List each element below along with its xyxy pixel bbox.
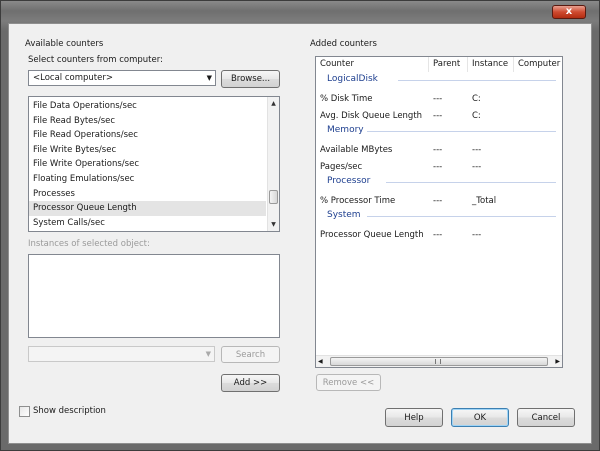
cell-instance: C: <box>472 111 481 121</box>
cell-counter: Pages/sec <box>320 162 363 172</box>
scroll-thumb[interactable] <box>269 190 278 204</box>
scroll-up-icon[interactable]: ▲ <box>268 98 279 109</box>
close-button[interactable]: x <box>552 5 586 19</box>
help-button[interactable]: Help <box>385 408 443 427</box>
cell-parent: --- <box>433 230 443 240</box>
search-button[interactable]: Search <box>221 346 280 363</box>
cell-parent: --- <box>433 162 443 172</box>
counter-list-item[interactable]: File Read Bytes/sec <box>29 114 266 129</box>
remove-button[interactable]: Remove << <box>316 374 381 391</box>
search-combo[interactable]: ▼ <box>28 346 215 362</box>
instances-list[interactable] <box>28 254 280 338</box>
table-row[interactable]: Pages/sec --- --- <box>316 159 562 176</box>
cell-parent: --- <box>433 196 443 206</box>
cell-counter: Avg. Disk Queue Length <box>320 111 423 121</box>
counter-list-item[interactable]: Floating Emulations/sec <box>29 172 266 187</box>
cell-counter: % Disk Time <box>320 94 373 104</box>
table-row[interactable]: Available MBytes --- --- <box>316 142 562 159</box>
scroll-left-icon[interactable]: ◀ <box>318 356 323 367</box>
counter-list-item[interactable]: System Calls/sec <box>29 216 266 231</box>
show-description-label: Show description <box>33 406 106 416</box>
cell-instance: _Total <box>472 196 497 206</box>
table-row[interactable]: % Processor Time --- _Total <box>316 193 562 210</box>
counter-list-item[interactable]: File Write Operations/sec <box>29 157 266 172</box>
scroll-down-icon[interactable]: ▼ <box>268 219 279 230</box>
instances-label: Instances of selected object: <box>28 239 150 249</box>
grip-icon <box>435 359 441 364</box>
counter-list-scrollbar[interactable]: ▲ ▼ <box>267 97 279 231</box>
cell-parent: --- <box>433 145 443 155</box>
scroll-right-icon[interactable]: ▶ <box>555 356 560 367</box>
counter-list-item[interactable]: Processor Queue Length <box>29 201 266 216</box>
section-header[interactable]: Memory <box>327 125 364 135</box>
chevron-down-icon[interactable]: ▼ <box>206 350 211 358</box>
cell-instance: --- <box>472 162 482 172</box>
available-counters-title: Available counters <box>25 39 104 49</box>
cell-parent: --- <box>433 111 443 121</box>
counter-list[interactable]: File Data Operations/sec File Read Bytes/… <box>28 96 280 232</box>
section-header[interactable]: LogicalDisk <box>327 74 378 84</box>
section-divider <box>367 216 556 217</box>
section-header[interactable]: System <box>327 210 361 220</box>
column-header-instance[interactable]: Instance <box>468 57 514 72</box>
hscroll-thumb[interactable] <box>330 357 548 366</box>
counter-list-items: File Data Operations/sec File Read Bytes/… <box>29 99 266 230</box>
section-divider <box>367 131 556 132</box>
added-counters-table[interactable]: Counter Parent Instance Computer Logical… <box>315 56 563 368</box>
table-hscrollbar[interactable]: ◀ ▶ <box>316 355 562 367</box>
column-header-computer[interactable]: Computer <box>514 57 562 72</box>
table-row[interactable]: % Disk Time --- C: <box>316 91 562 108</box>
section-divider <box>398 80 556 81</box>
table-row[interactable]: Avg. Disk Queue Length --- C: <box>316 108 562 125</box>
browse-button[interactable]: Browse... <box>221 70 280 88</box>
computer-combo[interactable]: <Local computer> ▼ <box>28 70 216 86</box>
select-computer-label: Select counters from computer: <box>28 55 163 65</box>
cell-instance: --- <box>472 230 482 240</box>
ok-button[interactable]: OK <box>451 408 509 427</box>
dialog-window: x Available counters Select counters fro… <box>0 0 600 451</box>
section-header[interactable]: Processor <box>327 176 370 186</box>
counter-list-item[interactable]: File Write Bytes/sec <box>29 143 266 158</box>
counter-list-item[interactable]: Processes <box>29 187 266 202</box>
column-header-counter[interactable]: Counter <box>316 57 429 72</box>
table-row[interactable]: Processor Queue Length --- --- <box>316 227 562 244</box>
cell-counter: Processor Queue Length <box>320 230 424 240</box>
section-divider <box>385 182 556 183</box>
counter-list-item[interactable]: File Data Operations/sec <box>29 99 266 114</box>
add-button[interactable]: Add >> <box>221 374 280 392</box>
cell-instance: --- <box>472 145 482 155</box>
cell-counter: % Processor Time <box>320 196 396 206</box>
counter-list-item[interactable]: File Read Operations/sec <box>29 128 266 143</box>
column-header-parent[interactable]: Parent <box>429 57 468 72</box>
cancel-button[interactable]: Cancel <box>517 408 575 427</box>
cell-instance: C: <box>472 94 481 104</box>
cell-parent: --- <box>433 94 443 104</box>
show-description-checkbox[interactable] <box>19 406 30 417</box>
chevron-down-icon[interactable]: ▼ <box>207 74 212 82</box>
cell-counter: Available MBytes <box>320 145 393 155</box>
added-counters-title: Added counters <box>310 39 377 49</box>
dialog-client: Available counters Select counters from … <box>8 23 592 444</box>
computer-value: <Local computer> <box>33 73 113 83</box>
